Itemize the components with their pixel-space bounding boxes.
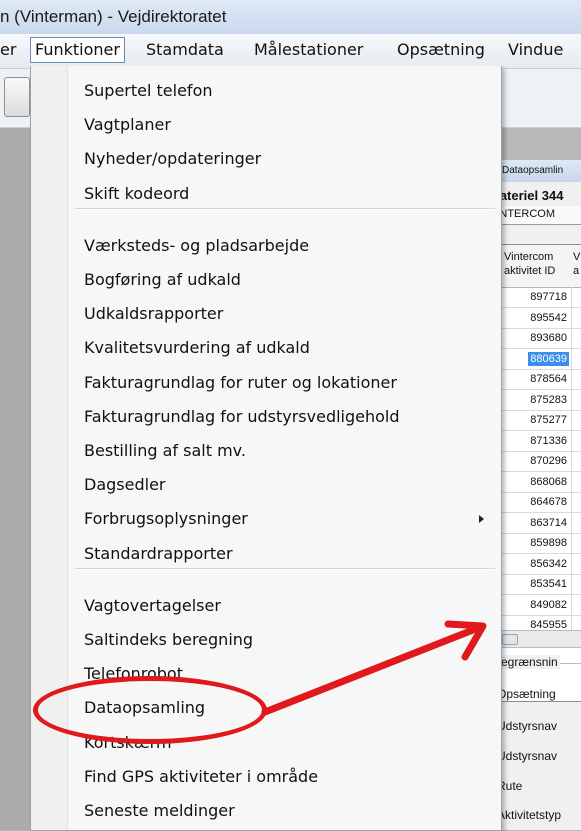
header-line1: Vintercom: [504, 251, 554, 263]
cell-activity-id[interactable]: 864678: [530, 496, 567, 508]
menu-item-vagtplaner[interactable]: Vagtplaner: [84, 113, 171, 137]
cell-divider: [571, 348, 572, 369]
app-title-bar: n (Vinterman) - Vejdirektoratet: [0, 0, 581, 34]
menu-item-bestilling-af-salt-mv-[interactable]: Bestilling af salt mv.: [84, 439, 246, 463]
menu-item-forbrugsoplysninger[interactable]: Forbrugsoplysninger: [84, 507, 248, 531]
menu-item-supertel-telefon[interactable]: Supertel telefon: [84, 79, 213, 103]
workspace-background: [0, 128, 30, 830]
cell-divider: [571, 389, 572, 410]
cell-activity-id[interactable]: 878564: [530, 373, 567, 385]
menu-opsaetning[interactable]: Opsætning: [393, 38, 489, 62]
field-opsaetning: Opsætning: [497, 687, 556, 701]
cell-activity-id[interactable]: 897718: [530, 291, 567, 303]
menu-item-skift-kodeord[interactable]: Skift kodeord: [84, 182, 189, 206]
menu-item-kvalitetsvurdering-af-udkald[interactable]: Kvalitetsvurdering af udkald: [84, 336, 310, 360]
menu-item-standardrapporter[interactable]: Standardrapporter: [84, 542, 233, 566]
cell-divider: [571, 512, 572, 533]
menu-item-vagtovertagelser[interactable]: Vagtovertagelser: [84, 594, 221, 618]
menu-separator: [75, 207, 495, 210]
cell-activity-id[interactable]: 868068: [530, 476, 567, 488]
menu-item-saltindeks-beregning[interactable]: Saltindeks beregning: [84, 628, 253, 652]
cell-divider: [571, 369, 572, 389]
cell-activity-id[interactable]: 875277: [530, 414, 567, 426]
cell-divider: [571, 430, 572, 451]
cell-divider: [571, 471, 572, 492]
cell-divider: [571, 533, 572, 553]
cell-divider: [571, 328, 572, 348]
refresh-icon[interactable]: [4, 77, 30, 117]
menu-item-udkaldsrapporter[interactable]: Udkaldsrapporter: [84, 302, 223, 326]
cell-divider: [571, 553, 572, 574]
menu-funktioner[interactable]: Funktioner: [30, 37, 125, 63]
header2-line1: V: [573, 251, 581, 263]
cell-activity-id[interactable]: 856342: [530, 558, 567, 570]
menu-cut-item[interactable]: er: [0, 38, 20, 62]
field-udstyrsnavn-2: Udstyrsnav: [497, 749, 558, 763]
cell-activity-id[interactable]: 871336: [530, 435, 567, 447]
app-title: n (Vinterman) - Vejdirektoratet: [0, 7, 227, 26]
cell-activity-id[interactable]: 870296: [530, 455, 567, 467]
annotation-ring: [33, 676, 267, 744]
menu-item-find-gps-aktiviteter-i-område[interactable]: Find GPS aktiviteter i område: [84, 765, 318, 789]
cell-activity-id[interactable]: 875283: [530, 394, 567, 406]
menu-item-dagsedler[interactable]: Dagsedler: [84, 473, 165, 497]
menu-item-nyheder-opdateringer[interactable]: Nyheder/opdateringer: [84, 147, 261, 171]
cell-divider: [571, 492, 572, 512]
chevron-right-icon: [479, 515, 484, 524]
scroll-thumb[interactable]: [502, 634, 518, 645]
cell-divider: [571, 451, 572, 471]
menu-stamdata[interactable]: Stamdata: [142, 38, 228, 62]
field-udstyrsnavn-1: Udstyrsnav: [497, 719, 558, 733]
header-line2: aktivitet ID: [504, 265, 556, 277]
cell-activity-id[interactable]: 853541: [530, 578, 567, 590]
cell-divider: [571, 410, 572, 430]
cell-divider: [571, 287, 572, 307]
menu-item-fakturagrundlag-for-ruter-og-lokationer[interactable]: Fakturagrundlag for ruter og lokationer: [84, 371, 397, 395]
cell-activity-id[interactable]: 859898: [530, 537, 567, 549]
menu-item-fakturagrundlag-for-udstyrsvedligehold[interactable]: Fakturagrundlag for udstyrsvedligehold: [84, 405, 400, 429]
cell-activity-id[interactable]: 895542: [530, 312, 567, 324]
cell-divider: [571, 574, 572, 594]
column-header-activity-id[interactable]: Vintercom aktivitet ID: [504, 250, 555, 278]
header2-line2: a: [573, 265, 580, 277]
column-header-2[interactable]: V a: [573, 250, 580, 278]
menu-item-bogføring-af-udkald[interactable]: Bogføring af udkald: [84, 268, 241, 292]
menu-maalestationer[interactable]: Målestationer: [250, 38, 367, 62]
cell-divider: [571, 307, 572, 328]
cell-activity-id[interactable]: 880639: [528, 351, 569, 366]
cell-activity-id[interactable]: 863714: [530, 517, 567, 529]
menu-bar: er Funktioner Stamdata Målestationer Ops…: [0, 34, 581, 69]
cell-divider: [571, 594, 572, 615]
menu-item-seneste-meldinger[interactable]: Seneste meldinger: [84, 799, 235, 823]
cell-activity-id[interactable]: 893680: [530, 332, 567, 344]
cell-activity-id[interactable]: 849082: [530, 599, 567, 611]
menu-vindue[interactable]: Vindue: [504, 38, 567, 62]
field-aktivitetstype: Aktivitetstyp: [497, 808, 562, 822]
menu-separator: [75, 567, 495, 570]
filter-label: Begrænsnin: [493, 655, 560, 669]
menu-item-værksteds-og-pladsarbejde[interactable]: Værksteds- og pladsarbejde: [84, 234, 309, 258]
window-title: Dataopsamlin: [502, 165, 564, 176]
